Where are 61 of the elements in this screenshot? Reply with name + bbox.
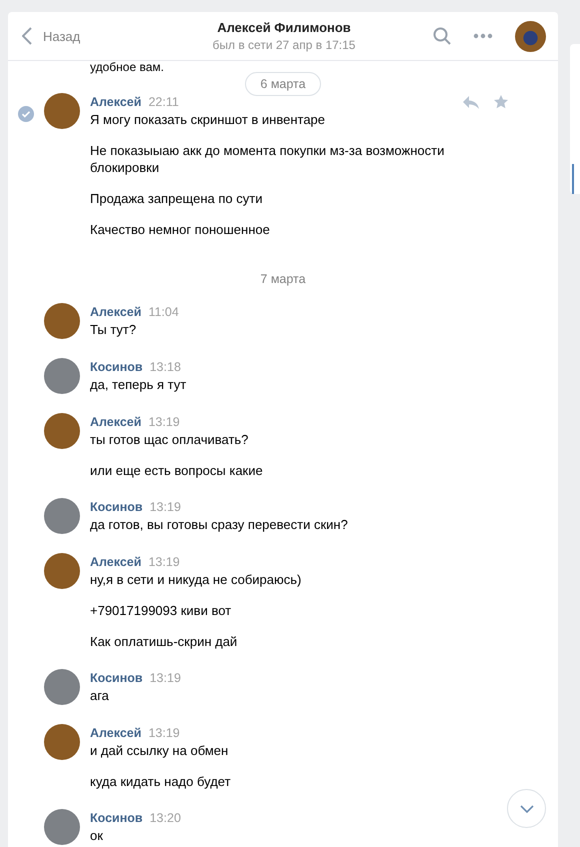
avatar[interactable]: [44, 553, 80, 589]
message-row[interactable]: Косинов 13:20 ок: [8, 809, 558, 847]
message-text: или еще есть вопросы какие: [90, 462, 263, 479]
avatar[interactable]: [44, 93, 80, 129]
message-time: 13:19: [148, 414, 180, 431]
message-text: да готов, вы готовы сразу перевести скин?: [90, 516, 348, 533]
message-time: 13:20: [150, 810, 181, 827]
message-time: 13:18: [150, 359, 181, 376]
last-seen-status: был в сети 27 апр в 17:15: [212, 38, 356, 52]
message-row[interactable]: Косинов 13:19 ага: [8, 669, 558, 724]
message-time: 13:19: [150, 670, 181, 687]
message-row[interactable]: Алексей 22:11 Я могу показать скриншот в инвентаре Не показыыаю акк до момента покупки мз-за возможности блокировки Продажа запрещена по сути Качество немног поношенное: [8, 93, 558, 257]
message-row[interactable]: Алексей 13:19 ты готов щас оплачивать? или еще есть вопросы какие: [8, 413, 558, 498]
message-text: ок: [90, 827, 104, 844]
author-name[interactable]: Косинов: [90, 810, 143, 827]
message-row[interactable]: Косинов 13:19 да готов, вы готовы сразу перевести скин?: [8, 498, 558, 553]
message-text: Как оплатишь-скрин дай: [90, 633, 238, 650]
message-text: +79017199093 киви вот: [90, 602, 232, 619]
chevron-down-icon: [520, 804, 534, 812]
more-icon[interactable]: [473, 33, 493, 39]
avatar[interactable]: [515, 20, 546, 52]
date-separator: 7 марта: [259, 271, 307, 288]
author-name[interactable]: Алексей: [90, 94, 142, 111]
message-text: и дай ссылку на обмен: [90, 742, 230, 759]
date-separator: 6 марта: [245, 72, 321, 96]
author-name[interactable]: Алексей: [90, 725, 142, 742]
message-text: ага: [90, 687, 110, 704]
message-text: Не показыыаю акк до момента покупки мз-за возможности блокировки: [90, 142, 446, 176]
search-icon[interactable]: [433, 27, 451, 45]
author-name[interactable]: Косинов: [90, 499, 143, 516]
message-time: 13:19: [150, 499, 181, 516]
message-text: ты готов щас оплачивать?: [90, 431, 250, 448]
avatar[interactable]: [44, 413, 80, 449]
avatar[interactable]: [44, 303, 80, 339]
author-name[interactable]: Косинов: [90, 359, 143, 376]
author-name[interactable]: Косинов: [90, 670, 143, 687]
check-icon[interactable]: [18, 106, 34, 122]
message-time: 13:19: [148, 725, 180, 742]
avatar[interactable]: [44, 724, 80, 760]
star-icon[interactable]: [494, 95, 508, 109]
message-text: да, теперь я тут: [90, 376, 186, 393]
message-row[interactable]: Алексей 13:19 и дай ссылку на обмен куда кидать надо будет: [8, 724, 558, 809]
message-row[interactable]: Алексей 13:19 ну,я в сети и никуда не собираюсь) +79017199093 киви вот Как оплатишь-скрин дай: [8, 553, 558, 669]
message-text: куда кидать надо будет: [90, 773, 231, 790]
message-time: 11:04: [148, 304, 179, 321]
message-text: Продажа запрещена по сути: [90, 190, 264, 207]
author-name[interactable]: Алексей: [90, 414, 142, 431]
message-row[interactable]: Алексей 11:04 Ты тут?: [8, 303, 558, 358]
message-text: Я могу показать скриншот в инвентаре: [90, 111, 326, 128]
chevron-left-icon: [22, 27, 32, 45]
message-text: удобное вам.: [89, 61, 165, 71]
message-text: Качество немног поношенное: [90, 221, 271, 238]
message-text: Ты тут?: [90, 321, 138, 338]
message-time: 22:11: [148, 94, 179, 111]
author-name[interactable]: Алексей: [90, 554, 142, 571]
message-time: 13:19: [148, 554, 180, 571]
chat-title: Алексей Филимонов: [216, 20, 352, 35]
message-row[interactable]: Косинов 13:18 да, теперь я тут: [8, 358, 558, 413]
author-name[interactable]: Алексей: [90, 304, 142, 321]
message-text: ну,я в сети и никуда не собираюсь): [90, 571, 302, 588]
back-button[interactable]: Назад: [22, 27, 202, 45]
